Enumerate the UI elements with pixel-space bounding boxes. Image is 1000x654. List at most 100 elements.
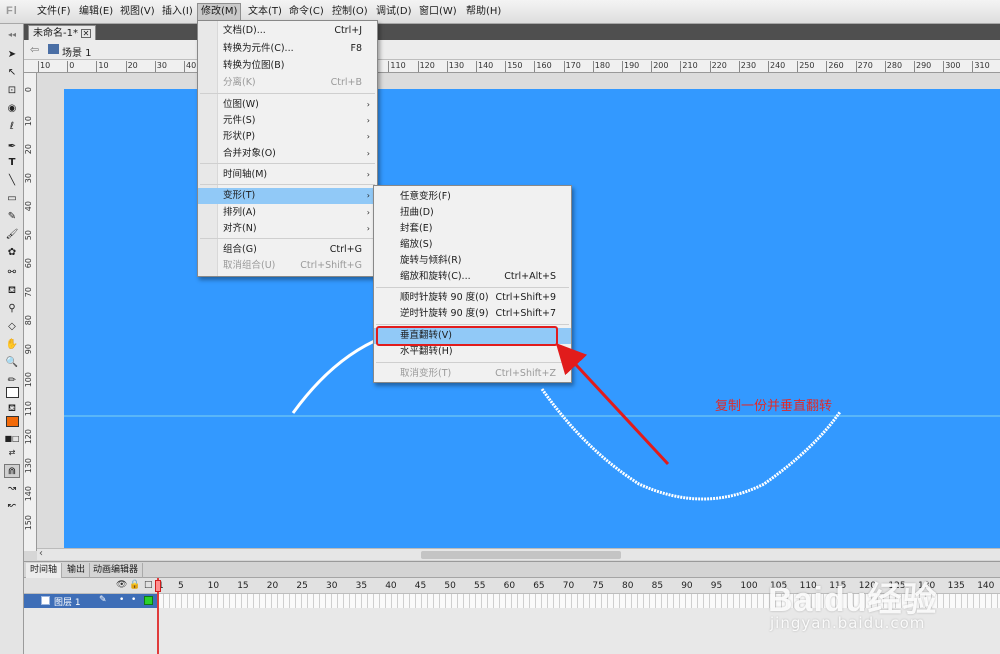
ruler-tick-label: 90: [24, 343, 33, 354]
scroll-left-icon[interactable]: ‹: [39, 548, 43, 559]
swap-colors-icon[interactable]: ⇄: [4, 446, 20, 460]
horizontal-scrollbar[interactable]: ‹: [37, 548, 1000, 560]
menu-item-label: 形状(P): [223, 131, 256, 142]
layer-name-cell[interactable]: 图层 1 ✎ • •: [24, 594, 158, 608]
back-arrow-icon[interactable]: ⇦: [30, 43, 39, 56]
modify-menu-item[interactable]: 文档(D)... Ctrl+J: [198, 23, 377, 39]
paint-bucket-tool-icon[interactable]: ⛾: [4, 284, 20, 298]
menu-control[interactable]: 控制(O): [329, 4, 371, 20]
tab-output[interactable]: 输出: [63, 563, 91, 578]
highlight-box: [376, 326, 558, 346]
ruler-tick-label: 210: [680, 61, 698, 72]
lock-dot-icon[interactable]: •: [131, 595, 136, 605]
tab-motion-editor[interactable]: 动画编辑器: [89, 563, 144, 578]
straighten-icon[interactable]: ↜: [4, 499, 20, 513]
menu-item-shortcut: Ctrl+G: [329, 244, 362, 255]
menu-separator: [200, 93, 375, 94]
scrollbar-thumb[interactable]: [421, 551, 621, 559]
modify-menu-item[interactable]: 合并对象(O) ›: [198, 146, 377, 162]
modify-menu-item[interactable]: 变形(T) ›: [198, 188, 377, 204]
modify-menu-item[interactable]: 形状(P) ›: [198, 129, 377, 145]
line-tool-icon[interactable]: ╲: [4, 174, 20, 188]
free-transform-tool-icon[interactable]: ⊡: [4, 84, 20, 98]
outline-icon[interactable]: □: [144, 580, 153, 590]
close-icon[interactable]: ✕: [80, 29, 91, 38]
transform-menu-item[interactable]: 封套(E): [374, 221, 571, 237]
ruler-tick-label: 50: [24, 229, 33, 240]
menu-insert[interactable]: 插入(I): [159, 4, 196, 20]
transform-menu-item[interactable]: 水平翻转(H): [374, 344, 571, 360]
menu-file[interactable]: 文件(F): [34, 4, 74, 20]
transform-menu-item[interactable]: 缩放(S): [374, 237, 571, 253]
transform-menu-item[interactable]: 缩放和旋转(C)... Ctrl+Alt+S: [374, 269, 571, 285]
tab-timeline[interactable]: 时间轴: [26, 563, 63, 578]
3d-rotation-tool-icon[interactable]: ◉: [4, 102, 20, 116]
zoom-tool-icon[interactable]: 🔍: [4, 356, 20, 370]
brush-tool-icon[interactable]: 🖌: [4, 228, 20, 242]
menu-text[interactable]: 文本(T): [245, 4, 285, 20]
selection-tool-icon[interactable]: ➤: [4, 48, 20, 62]
deco-tool-icon[interactable]: ✿: [4, 246, 20, 260]
menu-view[interactable]: 视图(V): [117, 4, 158, 20]
menu-item-label: 顺时针旋转 90 度(0): [400, 292, 489, 303]
layer-name[interactable]: 图层 1: [54, 595, 81, 608]
submenu-arrow-icon: ›: [366, 191, 370, 200]
modify-menu-item[interactable]: 分离(K) Ctrl+B: [198, 75, 377, 91]
menu-help[interactable]: 帮助(H): [463, 4, 504, 20]
eyedropper-tool-icon[interactable]: ⚲: [4, 302, 20, 316]
scene-label[interactable]: 场景 1: [62, 44, 92, 59]
text-tool-icon[interactable]: T: [4, 156, 20, 170]
frame-number: 50: [444, 581, 456, 591]
playhead-handle[interactable]: [155, 580, 161, 592]
menu-debug[interactable]: 调试(D): [373, 4, 415, 20]
collapse-icon[interactable]: ◂◂: [4, 28, 20, 42]
pencil-tool-icon[interactable]: ✎: [4, 210, 20, 224]
fill-color-swatch[interactable]: [6, 416, 19, 427]
menu-edit[interactable]: 编辑(E): [76, 4, 116, 20]
frame-number: 65: [533, 581, 545, 591]
menu-modify[interactable]: 修改(M): [197, 3, 242, 21]
hand-tool-icon[interactable]: ✋: [4, 338, 20, 352]
ruler-tick-label: 70: [24, 286, 33, 297]
modify-menu-item[interactable]: 取消组合(U) Ctrl+Shift+G: [198, 258, 377, 274]
modify-menu-item[interactable]: 位图(W) ›: [198, 97, 377, 113]
menu-window[interactable]: 窗口(W): [416, 4, 460, 20]
black-white-icon[interactable]: ■□: [4, 432, 20, 446]
menu-commands[interactable]: 命令(C): [286, 4, 327, 20]
bone-tool-icon[interactable]: ⚯: [4, 266, 20, 280]
transform-menu-item[interactable]: 任意变形(F): [374, 189, 571, 205]
eraser-tool-icon[interactable]: ◇: [4, 320, 20, 334]
transform-menu-item[interactable]: 顺时针旋转 90 度(0) Ctrl+Shift+9: [374, 290, 571, 306]
lock-icon[interactable]: 🔒: [129, 580, 140, 590]
rectangle-tool-icon[interactable]: ▭: [4, 192, 20, 206]
modify-menu-item[interactable]: 时间轴(M) ›: [198, 167, 377, 183]
menu-item-label: 时间轴(M): [223, 169, 268, 180]
ruler-tick-label: 10: [24, 115, 33, 126]
subselection-tool-icon[interactable]: ↖: [4, 66, 20, 80]
frame-number: 35: [355, 581, 368, 591]
ruler-tick-label: 150: [24, 514, 33, 530]
document-tab[interactable]: 未命名-1* ✕: [28, 25, 96, 40]
eye-icon[interactable]: 👁: [116, 580, 127, 590]
modify-menu-item[interactable]: 转换为元件(C)... F8: [198, 41, 377, 57]
transform-menu-item[interactable]: 逆时针旋转 90 度(9) Ctrl+Shift+7: [374, 306, 571, 322]
modify-menu-item[interactable]: 元件(S) ›: [198, 113, 377, 129]
smooth-icon[interactable]: ↝: [4, 482, 20, 496]
modify-menu-item[interactable]: 转换为位图(B): [198, 58, 377, 74]
modify-menu-item[interactable]: 对齐(N) ›: [198, 221, 377, 237]
stroke-color-swatch[interactable]: [6, 387, 19, 398]
transform-menu-item[interactable]: 扭曲(D): [374, 205, 571, 221]
snap-to-objects-icon[interactable]: ⋒: [4, 464, 20, 478]
transform-menu-item[interactable]: 取消变形(T) Ctrl+Shift+Z: [374, 366, 571, 382]
lasso-tool-icon[interactable]: ℓ: [4, 120, 20, 134]
modify-menu-item[interactable]: 组合(G) Ctrl+G: [198, 242, 377, 258]
ruler-tick-label: 0: [67, 61, 75, 72]
transform-menu-item[interactable]: 旋转与倾斜(R): [374, 253, 571, 269]
scene-bar: ⇦ 场景 1: [24, 40, 1000, 60]
pen-tool-icon[interactable]: ✒: [4, 140, 20, 154]
menu-item-shortcut: F8: [350, 43, 362, 54]
outline-color-swatch[interactable]: [144, 596, 153, 605]
visibility-dot-icon[interactable]: •: [119, 595, 124, 605]
stroke-color-pencil-icon: ✏: [7, 375, 17, 386]
modify-menu-item[interactable]: 排列(A) ›: [198, 205, 377, 221]
